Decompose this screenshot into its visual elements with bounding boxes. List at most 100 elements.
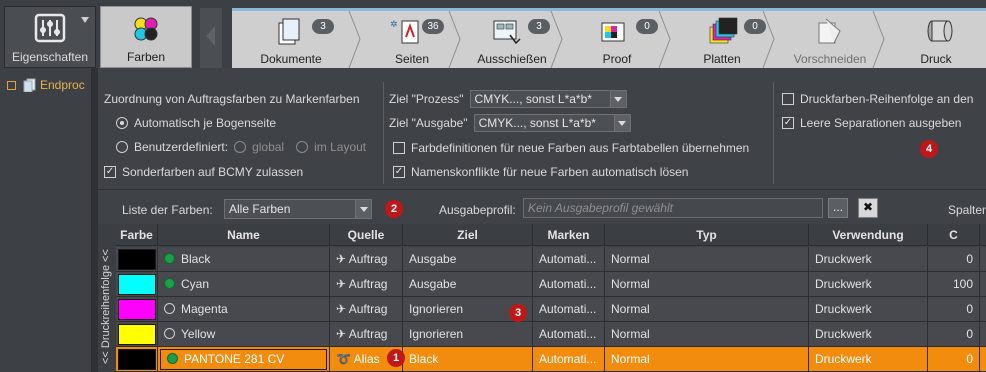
col-header-ziel[interactable]: Ziel (403, 224, 533, 246)
col-header-typ[interactable]: Typ (605, 224, 809, 246)
eigenschaften-button[interactable]: Eigenschaften (4, 6, 96, 68)
col-header-quelle[interactable]: Quelle (330, 224, 403, 246)
farbdef-row[interactable]: Farbdefinitionen für neue Farben aus Far… (393, 141, 749, 155)
radio-benutzer[interactable] (116, 141, 128, 153)
checkbox-leere[interactable]: ✓ (782, 117, 794, 129)
col-header-marken[interactable]: Marken (533, 224, 605, 246)
step-platten[interactable]: 0 Platten (672, 11, 772, 68)
typ-cell[interactable]: Normal (605, 347, 809, 372)
ziel-cell[interactable]: Ignorieren (403, 322, 533, 347)
table-header: Farbe Name Quelle Ziel Marken Typ Verwen… (116, 224, 986, 246)
druckreihenfolge-tab[interactable]: << Druckreihenfolge << (98, 224, 116, 372)
verwendung-cell[interactable]: Druckwerk (809, 247, 928, 272)
quelle-value: Auftrag (348, 327, 388, 341)
col-header-c[interactable]: C (928, 224, 980, 246)
color-swatch (118, 249, 156, 270)
marken-cell[interactable]: Automati... (533, 322, 605, 347)
name-cell[interactable]: Yellow (158, 322, 330, 347)
browse-button[interactable]: ... (828, 198, 848, 218)
verwendung-cell[interactable]: Druckwerk (809, 322, 928, 347)
chevron-right-icon (348, 11, 361, 68)
verwendung-cell[interactable]: Druckwerk (809, 272, 928, 297)
c-cell[interactable]: 0 (928, 347, 980, 372)
name-cell[interactable]: PANTONE 281 CV (158, 347, 330, 372)
process-scroll-left[interactable] (200, 8, 222, 68)
radio-layout[interactable] (296, 141, 309, 153)
dropdown-arrow-icon[interactable] (81, 17, 89, 23)
namens-row[interactable]: ✓ Namenskonflikte für neue Farben automa… (393, 165, 688, 179)
auto-radio-row[interactable]: Automatisch je Bogenseite (116, 116, 276, 130)
chevron-right-icon (872, 11, 885, 68)
ziel-ausgabe-select[interactable]: CMYK..., sonst L*a*b* (473, 114, 631, 132)
callout-badge-4: 4 (920, 140, 938, 158)
color-cell (116, 272, 158, 297)
callout-badge-1: 1 (387, 349, 405, 367)
ziel-cell[interactable]: Ausgabe (403, 272, 533, 297)
color-swatch (118, 324, 156, 345)
table-row[interactable]: Cyan ✈ Auftrag Ausgabe Automati... Norma… (116, 272, 986, 297)
checkbox-sonderfarben[interactable]: ✓ (104, 166, 116, 178)
radio-global[interactable] (234, 141, 247, 153)
color-cell (116, 322, 158, 347)
radio-benutzer-label: Benutzerdefiniert: (134, 140, 229, 154)
name-cell[interactable]: Magenta (158, 297, 330, 322)
typ-cell[interactable]: Normal (605, 297, 809, 322)
ausgabeprofil-field[interactable]: Kein Ausgabeprofil gewählt (523, 198, 823, 218)
verwendung-cell[interactable]: Druckwerk (809, 347, 928, 372)
ziel-cell[interactable]: Ausgabe (403, 247, 533, 272)
table-row[interactable]: Black ✈ Auftrag Ausgabe Automati... Norm… (116, 247, 986, 272)
expand-box-icon[interactable] (7, 80, 16, 90)
c-cell[interactable]: 100 (928, 272, 980, 297)
step-vorschneiden[interactable]: Vorschneiden (776, 11, 884, 68)
typ-cell[interactable]: Normal (605, 247, 809, 272)
checkbox-namens[interactable]: ✓ (393, 166, 405, 178)
step-seiten[interactable]: ✲ 36 Seiten (362, 11, 462, 68)
table-row-selected[interactable]: PANTONE 281 CV ➰ Alias Black Automati...… (116, 347, 986, 372)
typ-cell[interactable]: Normal (605, 272, 809, 297)
ziel-cell[interactable]: Black (403, 347, 533, 372)
tree-item-endproc[interactable]: Endproc (7, 78, 85, 92)
reihenfolge-row[interactable]: Druckfarben-Reihenfolge an den (782, 92, 973, 106)
col-header-farbe[interactable]: Farbe (116, 224, 158, 246)
c-cell[interactable]: 0 (928, 322, 980, 347)
eigenschaften-label: Eigenschaften (11, 50, 89, 64)
step-druck[interactable]: Druck (886, 11, 986, 68)
farben-button[interactable]: Farben (100, 6, 192, 68)
radio-auto-label: Automatisch je Bogenseite (134, 116, 277, 130)
step-dokumente[interactable]: 3 Dokumente (232, 11, 350, 68)
ziel-ausgabe-label: Ziel "Ausgabe" (389, 116, 468, 130)
quelle-value: Alias (353, 352, 380, 366)
name-cell[interactable]: Cyan (158, 272, 330, 297)
marken-cell[interactable]: Automati... (533, 247, 605, 272)
chevron-down-icon[interactable] (609, 91, 626, 107)
ziel-prozess-select[interactable]: CMYK..., sonst L*a*b* (469, 90, 627, 108)
marken-cell[interactable]: Automati... (533, 272, 605, 297)
verwendung-cell[interactable]: Druckwerk (809, 297, 928, 322)
chevron-down-icon[interactable] (355, 200, 371, 218)
druckreihenfolge-label: << Druckreihenfolge << (100, 249, 112, 364)
benutzer-radio-row[interactable]: Benutzerdefiniert: global im Layout (116, 140, 366, 154)
table-row[interactable]: Magenta ✈ Auftrag Ignorieren Automati...… (116, 297, 986, 322)
col-header-verwendung[interactable]: Verwendung (809, 224, 928, 246)
name-edit-field[interactable]: PANTONE 281 CV (160, 349, 327, 370)
step-proof[interactable]: 0 Proof (564, 11, 670, 68)
checkbox-reihenfolge[interactable] (782, 93, 794, 105)
name-cell[interactable]: Black (158, 247, 330, 272)
c-cell[interactable]: 0 (928, 247, 980, 272)
clear-button[interactable]: ✖ (858, 198, 878, 218)
marken-cell[interactable]: Automati... (533, 297, 605, 322)
arrow-left-icon (206, 26, 215, 46)
table-row[interactable]: Yellow ✈ Auftrag Ignorieren Automati... … (116, 322, 986, 347)
c-cell[interactable]: 0 (928, 297, 980, 322)
col-header-name[interactable]: Name (158, 224, 330, 246)
chevron-down-icon[interactable] (613, 115, 630, 131)
checkbox-farbdef[interactable] (393, 142, 405, 154)
step-ausschiessen[interactable]: 3 Ausschießen (462, 11, 562, 68)
leere-row[interactable]: ✓ Leere Separationen ausgeben (782, 116, 961, 130)
sonderfarben-row[interactable]: ✓ Sonderfarben auf BCMY zulassen (104, 165, 303, 179)
spalten-label[interactable]: Spalten (948, 203, 986, 217)
liste-select[interactable]: Alle Farben (224, 199, 372, 219)
radio-auto[interactable] (116, 117, 128, 129)
marken-cell[interactable]: Automati... (533, 347, 605, 372)
typ-cell[interactable]: Normal (605, 322, 809, 347)
